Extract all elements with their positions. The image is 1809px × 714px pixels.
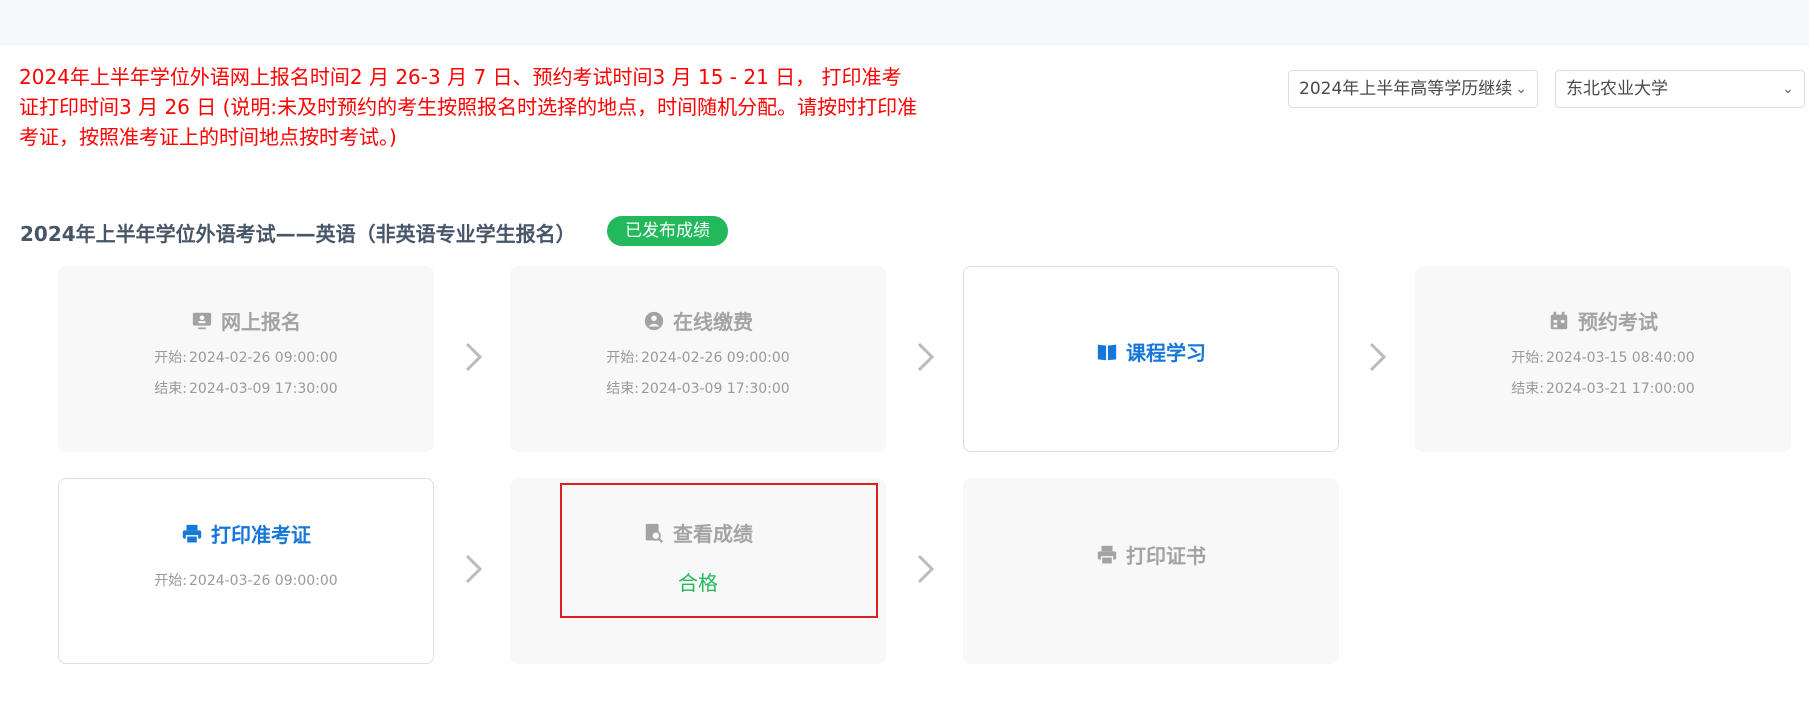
chevron-right-icon (465, 554, 483, 584)
status-badge: 已发布成绩 (607, 216, 728, 246)
school-select[interactable]: 东北农业大学 ⌄ (1555, 70, 1805, 108)
chevron-right-icon (1369, 342, 1387, 372)
start-label: 开始: (606, 350, 639, 366)
end-label: 结束: (1511, 381, 1544, 397)
end-label: 结束: (606, 381, 639, 397)
chevron-right-icon (917, 342, 935, 372)
start-time: 2024-02-26 09:00:00 (641, 350, 790, 366)
school-select-value: 东北农业大学 (1566, 79, 1668, 99)
step-label: 打印准考证 (211, 523, 311, 547)
chevron-down-icon: ⌄ (1782, 81, 1794, 97)
monitor-icon (192, 312, 212, 329)
start-time: 2024-03-26 09:00:00 (189, 573, 338, 589)
start-time: 2024-03-15 08:40:00 (1546, 350, 1695, 366)
exam-title: 2024年上半年学位外语考试——英语（非英语专业学生报名） (20, 222, 576, 246)
calendar-icon (1550, 311, 1568, 329)
end-time: 2024-03-09 17:30:00 (189, 381, 338, 397)
step-label: 在线缴费 (673, 310, 753, 334)
start-time: 2024-02-26 09:00:00 (189, 350, 338, 366)
step-label: 预约考试 (1578, 310, 1658, 334)
end-time: 2024-03-09 17:30:00 (641, 381, 790, 397)
chevron-right-icon (917, 554, 935, 584)
step-card-print-admission-ticket[interactable]: 打印准考证 开始: 2024-03-26 09:00:00 (58, 478, 434, 664)
step-label: 课程学习 (1126, 341, 1206, 365)
term-select-value: 2024年上半年高等学历继续 (1299, 79, 1513, 99)
end-time: 2024-03-21 17:00:00 (1546, 381, 1695, 397)
term-select[interactable]: 2024年上半年高等学历继续 ⌄ (1288, 70, 1538, 108)
step-card-online-registration[interactable]: 网上报名 开始: 2024-02-26 09:00:00 结束: 2024-03-0… (58, 266, 434, 452)
step-card-course-study[interactable]: 课程学习 (963, 266, 1339, 452)
step-label: 打印证书 (1126, 544, 1206, 568)
step-label: 网上报名 (221, 310, 301, 334)
printer-icon (1097, 545, 1117, 565)
step-card-book-exam[interactable]: 预约考试 开始: 2024-03-15 08:40:00 结束: 2024-03-2… (1415, 266, 1791, 452)
start-label: 开始: (1511, 350, 1544, 366)
start-label: 开始: (154, 573, 187, 589)
start-label: 开始: (154, 350, 187, 366)
end-label: 结束: (154, 381, 187, 397)
payment-user-icon (644, 311, 664, 330)
chevron-down-icon: ⌄ (1515, 81, 1527, 97)
printer-icon (182, 524, 202, 544)
book-icon (1097, 344, 1117, 360)
highlight-box (560, 483, 878, 618)
step-card-online-payment[interactable]: 在线缴费 开始: 2024-02-26 09:00:00 结束: 2024-03-0… (510, 266, 886, 452)
top-bar (0, 0, 1809, 45)
notice-text: 2024年上半年学位外语网上报名时间2 月 26-3 月 7 日、预约考试时间3… (19, 65, 918, 149)
chevron-right-icon (465, 342, 483, 372)
step-card-print-certificate[interactable]: 打印证书 (963, 478, 1339, 664)
